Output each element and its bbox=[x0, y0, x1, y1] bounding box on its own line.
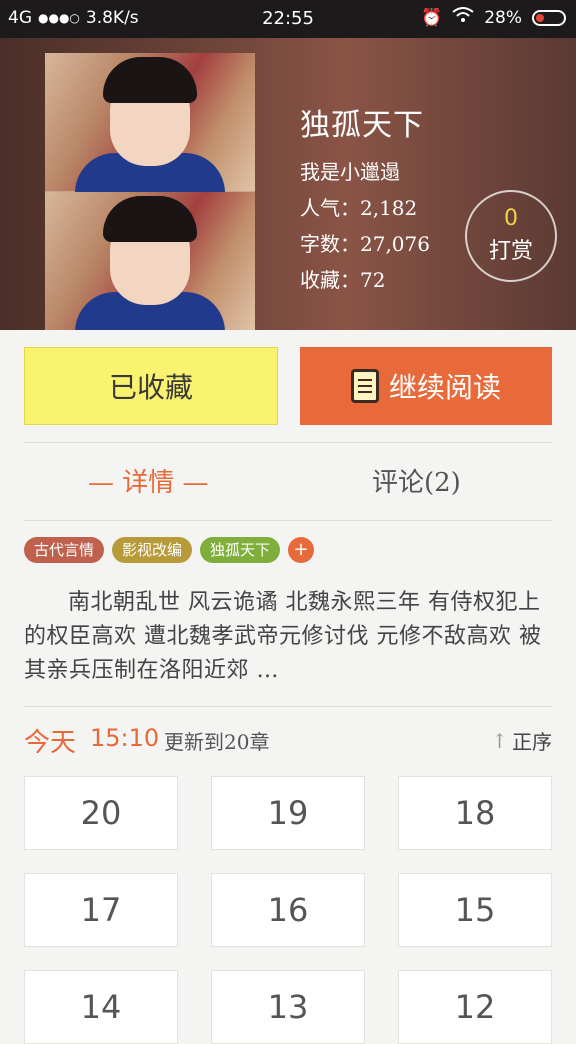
tag-list: 古代言情 影视改编 独孤天下 + bbox=[24, 537, 315, 563]
book-favorites: 收藏：72 bbox=[300, 268, 386, 292]
chapter-button[interactable]: 18 bbox=[398, 776, 552, 850]
book-info: 独孤天下 我是小邋遢 人气：2,182 字数：27,076 收藏：72 bbox=[300, 100, 430, 300]
alarm-icon: ⏰ bbox=[421, 7, 443, 28]
update-status: 更新到20章 bbox=[164, 730, 270, 754]
cover-panel-bottom bbox=[45, 192, 255, 330]
chapter-button[interactable]: 20 bbox=[24, 776, 178, 850]
tab-details[interactable]: — 详情 — bbox=[88, 462, 209, 499]
sort-order-label: 正序 bbox=[512, 730, 552, 754]
book-synopsis[interactable]: 南北朝乱世 风云诡谲 北魏永熙三年 有侍权犯上的权臣高欢 遭北魏孝武帝元修讨伐 … bbox=[24, 586, 554, 688]
divider bbox=[24, 442, 552, 443]
book-cover-image[interactable] bbox=[45, 53, 255, 330]
book-word-count: 字数：27,076 bbox=[300, 232, 430, 256]
tag-ancient-romance[interactable]: 古代言情 bbox=[24, 537, 105, 563]
update-day: 今天 bbox=[24, 728, 77, 758]
tip-button[interactable]: 0 打赏 bbox=[465, 190, 557, 282]
tag-film-adaptation[interactable]: 影视改编 bbox=[112, 537, 193, 563]
add-tag-button[interactable]: + bbox=[288, 537, 315, 563]
status-right: ⏰ 28% bbox=[421, 7, 566, 28]
chapter-button[interactable]: 16 bbox=[211, 873, 365, 947]
continue-reading-label: 继续阅读 bbox=[388, 371, 501, 404]
battery-icon bbox=[532, 9, 566, 26]
update-time: 15:10 bbox=[90, 724, 160, 752]
chapter-button[interactable]: 14 bbox=[24, 970, 178, 1044]
chapter-button[interactable]: 19 bbox=[211, 776, 365, 850]
divider bbox=[24, 706, 552, 707]
book-title: 独孤天下 bbox=[300, 108, 424, 143]
divider bbox=[24, 520, 552, 521]
status-bar: 4G ●●●○ 3.8K/s 22:55 ⏰ 28% bbox=[0, 0, 576, 38]
collected-button[interactable]: 已收藏 bbox=[24, 347, 278, 425]
book-header: 独孤天下 我是小邋遢 人气：2,182 字数：27,076 收藏：72 0 打赏 bbox=[0, 38, 576, 330]
tab-bar: — 详情 — 评论(2) bbox=[0, 452, 576, 512]
update-bar: 今天 15:10 更新到20章 ↑ 正序 bbox=[24, 722, 552, 758]
sort-order-button[interactable]: ↑ 正序 bbox=[491, 726, 552, 755]
tab-comments[interactable]: 评论(2) bbox=[372, 462, 461, 499]
arrow-up-icon: ↑ bbox=[491, 728, 508, 753]
tip-count: 0 bbox=[504, 206, 518, 231]
chapter-button[interactable]: 13 bbox=[211, 970, 365, 1044]
book-author[interactable]: 我是小邋遢 bbox=[300, 156, 430, 184]
chapter-button[interactable]: 15 bbox=[398, 873, 552, 947]
chapter-button[interactable]: 12 bbox=[398, 970, 552, 1044]
tip-label: 打赏 bbox=[488, 239, 533, 264]
book-icon bbox=[350, 369, 379, 403]
collected-label: 已收藏 bbox=[108, 371, 193, 404]
battery-percent: 28% bbox=[484, 7, 522, 28]
chapter-button[interactable]: 17 bbox=[24, 873, 178, 947]
continue-reading-button[interactable]: 继续阅读 bbox=[300, 347, 552, 425]
book-popularity: 人气：2,182 bbox=[300, 196, 418, 220]
wifi-icon bbox=[452, 7, 474, 28]
cover-panel-top bbox=[45, 53, 255, 193]
tag-book-title[interactable]: 独孤天下 bbox=[200, 537, 281, 563]
